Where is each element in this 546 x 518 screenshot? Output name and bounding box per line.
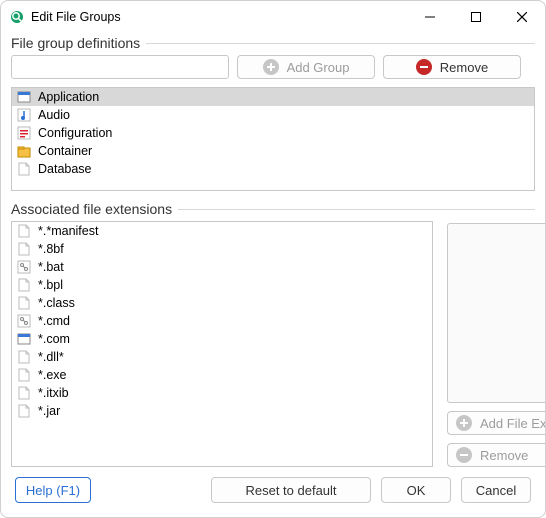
cancel-button[interactable]: Cancel [461,477,531,503]
maximize-button[interactable] [453,2,499,32]
group-item[interactable]: Audio [12,106,534,124]
add-extension-button[interactable]: Add File Extension [447,411,545,435]
file-icon [16,385,32,401]
extension-item[interactable]: *.bpl [12,276,432,294]
file-icon [16,367,32,383]
group-item-label: Application [38,90,99,104]
app-icon [9,9,25,25]
extension-item[interactable]: *.dll* [12,348,432,366]
ok-button[interactable]: OK [381,477,451,503]
container-icon [16,143,32,159]
group-item-label: Configuration [38,126,112,140]
extensions-section-text: Associated file extensions [11,201,172,217]
extension-item-label: *.itxib [38,386,69,400]
group-item[interactable]: Configuration [12,124,534,142]
extension-item[interactable]: *.itxib [12,384,432,402]
extension-item-label: *.8bf [38,242,64,256]
groups-listbox[interactable]: Application Audio Configuration Container Da… [11,87,535,191]
group-name-input[interactable] [11,55,229,79]
window-title: Edit File Groups [31,10,121,24]
app-window-icon [16,331,32,347]
group-item[interactable]: Database [12,160,534,178]
cmd-icon [16,259,32,275]
file-icon [16,349,32,365]
remove-extension-label: Remove [480,448,528,463]
extension-item[interactable]: *.jar [12,402,432,420]
extension-item[interactable]: *.bat [12,258,432,276]
extension-item-label: *.jar [38,404,60,418]
remove-group-button[interactable]: Remove [383,55,521,79]
reset-default-button[interactable]: Reset to default [211,477,371,503]
extension-item-label: *.com [38,332,70,346]
extensions-listbox[interactable]: *.*manifest *.8bf *.bat *.bpl *.class *.cmd *.… [11,221,433,467]
file-icon [16,403,32,419]
remove-group-label: Remove [440,60,488,75]
extension-item-label: *.exe [38,368,67,382]
extension-item[interactable]: *.com [12,330,432,348]
groups-section-label: File group definitions [11,35,535,51]
minus-icon [416,59,432,75]
extension-item[interactable]: *.class [12,294,432,312]
cmd-icon [16,313,32,329]
help-button[interactable]: Help (F1) [15,477,91,503]
file-icon [16,223,32,239]
dialog-window: Edit File Groups File group definitions … [0,0,546,518]
group-item-label: Container [38,144,92,158]
config-icon [16,125,32,141]
add-extension-label: Add File Extension [480,416,545,431]
extension-item-label: *.bat [38,260,64,274]
add-group-label: Add Group [287,60,350,75]
remove-extension-button[interactable]: Remove [447,443,545,467]
extension-item-label: *.*manifest [38,224,98,238]
extension-item-label: *.dll* [38,350,64,364]
audio-icon [16,107,32,123]
extension-item-label: *.bpl [38,278,63,292]
minus-icon [456,447,472,463]
app-window-icon [16,89,32,105]
add-group-button[interactable]: Add Group [237,55,375,79]
extension-item-label: *.cmd [38,314,70,328]
extension-item[interactable]: *.exe [12,366,432,384]
group-item-label: Audio [38,108,70,122]
close-button[interactable] [499,2,545,32]
minimize-button[interactable] [407,2,453,32]
footer: Help (F1) Reset to default OK Cancel [11,467,535,507]
extension-item[interactable]: *.8bf [12,240,432,258]
extension-input[interactable] [447,223,545,403]
group-item[interactable]: Container [12,142,534,160]
extension-item[interactable]: *.cmd [12,312,432,330]
file-icon [16,295,32,311]
content-area: File group definitions Add Group Remove … [1,33,545,517]
group-item-label: Database [38,162,92,176]
file-icon [16,161,32,177]
group-item[interactable]: Application [12,88,534,106]
extension-item-label: *.class [38,296,75,310]
titlebar: Edit File Groups [1,1,545,33]
plus-icon [456,415,472,431]
groups-section-text: File group definitions [11,35,140,51]
plus-icon [263,59,279,75]
extension-item[interactable]: *.*manifest [12,222,432,240]
extensions-section-label: Associated file extensions [11,201,535,217]
file-icon [16,277,32,293]
file-icon [16,241,32,257]
